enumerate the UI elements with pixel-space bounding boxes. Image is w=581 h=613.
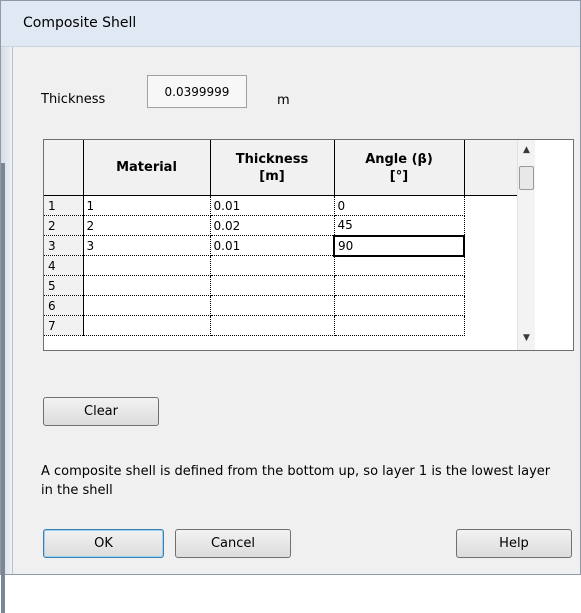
thickness-field[interactable]: 0.0399999 xyxy=(147,75,247,108)
material-cell[interactable] xyxy=(83,255,211,276)
thickness-cell[interactable]: 0.01 xyxy=(210,195,335,216)
material-cell[interactable]: 3 xyxy=(83,235,211,256)
thickness-unit: m xyxy=(277,93,290,108)
thickness-cell[interactable] xyxy=(210,275,335,296)
cancel-button[interactable]: Cancel xyxy=(175,529,291,558)
header-material[interactable]: Material xyxy=(83,140,211,196)
ok-button[interactable]: OK xyxy=(43,529,164,558)
angle-cell-active[interactable]: 90 xyxy=(333,234,465,257)
material-cell[interactable] xyxy=(83,275,211,296)
vertical-scrollbar[interactable]: ▲ ▼ xyxy=(517,140,535,350)
material-cell[interactable]: 1 xyxy=(83,195,211,216)
thickness-cell[interactable] xyxy=(210,315,335,336)
angle-cell[interactable] xyxy=(334,295,465,316)
angle-cell[interactable] xyxy=(334,315,465,336)
scroll-thumb[interactable] xyxy=(519,166,534,190)
row-number[interactable]: 6 xyxy=(44,295,84,316)
layers-table: Material Thickness [m] Angle (β) [°] 1 1… xyxy=(44,140,517,336)
angle-cell[interactable] xyxy=(334,275,465,296)
row-number[interactable]: 2 xyxy=(44,215,84,236)
filler-cell xyxy=(464,196,517,216)
header-row-number xyxy=(44,140,84,196)
row-number[interactable]: 4 xyxy=(44,255,84,276)
table-row: 5 xyxy=(44,275,517,296)
header-filler xyxy=(464,140,517,196)
layers-grid[interactable]: Material Thickness [m] Angle (β) [°] 1 1… xyxy=(43,139,574,351)
header-thickness-label: Thickness [m] xyxy=(235,151,309,184)
composite-shell-dialog: Composite Shell Thickness 0.0399999 m Ma… xyxy=(0,0,581,613)
angle-cell[interactable]: 0 xyxy=(334,195,465,216)
table-row: 4 xyxy=(44,255,517,276)
row-number[interactable]: 1 xyxy=(44,195,84,216)
filler-cell xyxy=(464,316,517,336)
thickness-cell[interactable] xyxy=(210,255,335,276)
window-title: Composite Shell xyxy=(23,15,137,31)
angle-cell[interactable]: 45 xyxy=(334,215,465,236)
scroll-up-icon[interactable]: ▲ xyxy=(518,142,535,159)
header-angle[interactable]: Angle (β) [°] xyxy=(334,140,465,196)
table-row: 1 1 0.01 0 xyxy=(44,195,517,216)
material-cell[interactable]: 2 xyxy=(83,215,211,236)
dialog-content: Thickness 0.0399999 m Material Thickness… xyxy=(13,47,580,574)
header-angle-label: Angle (β) [°] xyxy=(365,151,433,184)
thickness-label: Thickness xyxy=(41,92,106,107)
header-thickness[interactable]: Thickness [m] xyxy=(210,140,335,196)
thickness-cell[interactable]: 0.01 xyxy=(210,235,335,256)
filler-cell xyxy=(464,276,517,296)
row-number[interactable]: 7 xyxy=(44,315,84,336)
thickness-cell[interactable] xyxy=(210,295,335,316)
help-button[interactable]: Help xyxy=(456,529,572,558)
filler-cell xyxy=(464,216,517,236)
material-cell[interactable] xyxy=(83,315,211,336)
table-row: 6 xyxy=(44,295,517,316)
filler-cell xyxy=(464,296,517,316)
filler-cell xyxy=(464,256,517,276)
angle-cell[interactable] xyxy=(334,255,465,276)
filler-cell xyxy=(464,236,517,256)
clear-button[interactable]: Clear xyxy=(43,397,159,426)
material-cell[interactable] xyxy=(83,295,211,316)
row-number[interactable]: 3 xyxy=(44,235,84,256)
table-row: 7 xyxy=(44,315,517,336)
title-bar[interactable]: Composite Shell xyxy=(1,1,580,47)
window-left-frame xyxy=(1,47,13,613)
thickness-cell[interactable]: 0.02 xyxy=(210,215,335,236)
table-row: 3 3 0.01 90 xyxy=(44,234,517,257)
row-number[interactable]: 5 xyxy=(44,275,84,296)
composite-info-text: A composite shell is defined from the bo… xyxy=(41,464,551,498)
table-row: 2 2 0.02 45 xyxy=(44,215,517,236)
scroll-down-icon[interactable]: ▼ xyxy=(518,330,535,347)
